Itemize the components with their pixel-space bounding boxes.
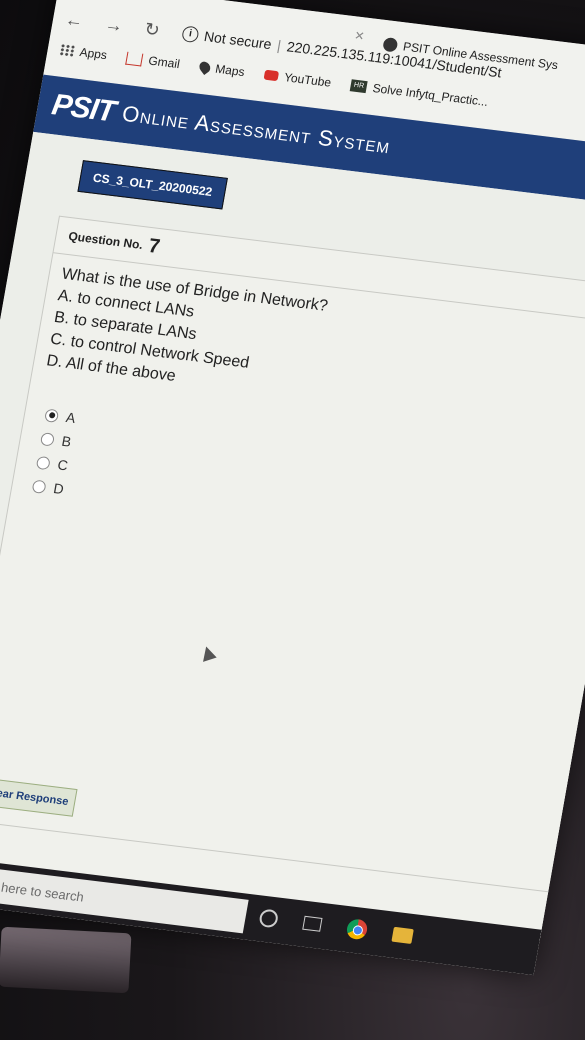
apps-grid-icon — [58, 43, 75, 58]
security-label: Not secure — [202, 28, 273, 53]
address-separator: | — [276, 37, 283, 54]
question-panel: Question No. 7 What is the use of Bridge… — [0, 215, 585, 942]
file-explorer-icon[interactable] — [391, 926, 414, 944]
radio-a[interactable] — [44, 408, 60, 423]
taskbar-icons — [258, 907, 414, 945]
chrome-icon[interactable] — [345, 918, 369, 941]
option-d[interactable]: D — [31, 474, 66, 501]
bookmark-label: Apps — [78, 45, 109, 63]
exam-code-badge: CS_3_OLT_20200522 — [77, 160, 228, 210]
bookmark-label: Solve Infytq_Practic... — [371, 81, 490, 109]
radio-b[interactable] — [39, 431, 56, 447]
youtube-icon — [263, 69, 280, 82]
radio-d[interactable] — [31, 479, 47, 494]
screen: ← → ↻ ✕ PSIT Online Assessment Sys i Not… — [0, 0, 585, 976]
bookmark-label: Maps — [214, 61, 246, 80]
bookmark-infytq[interactable]: HR Solve Infytq_Practic... — [349, 78, 490, 109]
gmail-icon — [125, 51, 144, 67]
close-tab-icon[interactable]: ✕ — [353, 28, 365, 43]
option-label: A — [64, 409, 77, 427]
bookmark-apps[interactable]: Apps — [58, 43, 109, 63]
task-view-icon[interactable] — [302, 915, 323, 932]
question-number: 7 — [146, 234, 162, 258]
main-content: CS_3_OLT_20200522 Question No. 7 What is… — [0, 131, 585, 942]
bookmark-maps[interactable]: Maps — [196, 59, 246, 80]
option-label: C — [56, 456, 70, 474]
laptop-hinge — [0, 926, 132, 994]
hackerrank-icon: HR — [349, 79, 368, 94]
brand-logo: PSIT — [49, 88, 118, 129]
forward-arrow-icon[interactable]: → — [103, 14, 124, 37]
option-label: B — [60, 432, 73, 450]
back-arrow-icon[interactable]: ← — [63, 9, 85, 32]
bookmark-label: Gmail — [147, 53, 181, 72]
search-placeholder: Type here to search — [0, 875, 86, 905]
radio-c[interactable] — [35, 455, 51, 470]
maps-pin-icon — [196, 59, 213, 76]
cortana-icon[interactable] — [258, 908, 280, 929]
bookmark-gmail[interactable]: Gmail — [125, 51, 181, 72]
mouse-cursor-icon — [199, 644, 217, 662]
bookmark-label: YouTube — [283, 70, 333, 90]
nav-buttons: ← → ↻ — [63, 9, 162, 42]
option-label: D — [52, 480, 66, 498]
clear-response-button[interactable]: Clear Response — [0, 777, 78, 817]
reload-icon[interactable]: ↻ — [143, 19, 161, 42]
answer-options: A B C D — [31, 403, 79, 501]
question-label: Question No. — [67, 229, 144, 252]
bookmark-youtube[interactable]: YouTube — [263, 68, 332, 90]
info-icon[interactable]: i — [181, 25, 200, 44]
